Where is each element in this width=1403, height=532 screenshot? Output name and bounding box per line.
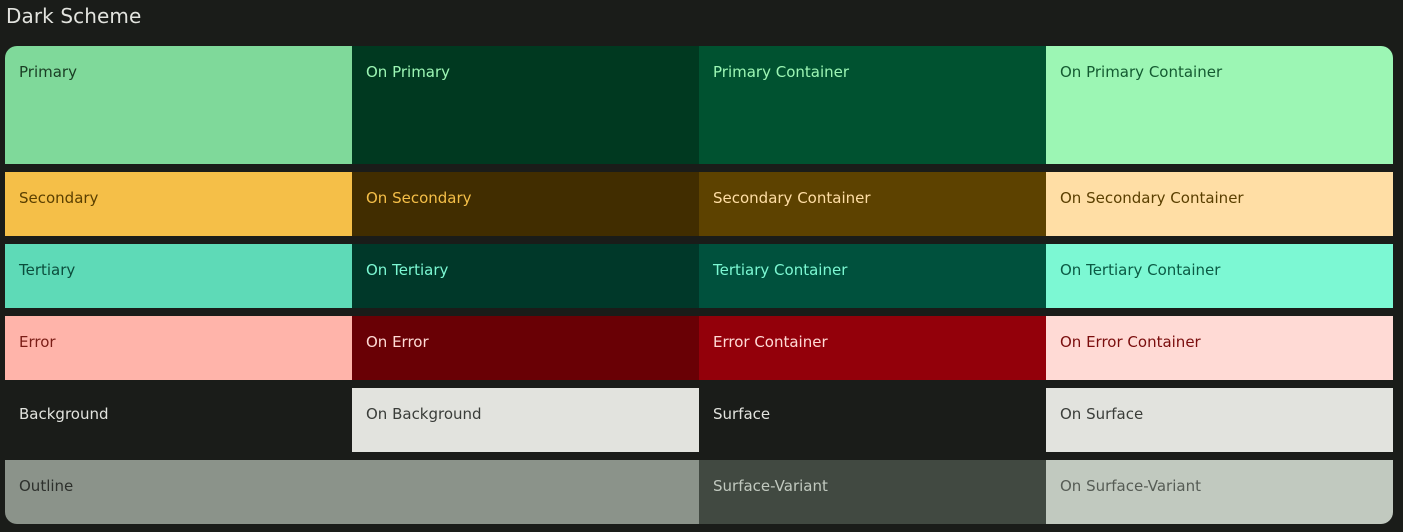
swatch-outline[interactable]: Outline bbox=[5, 460, 699, 524]
swatch-on-secondary[interactable]: On Secondary bbox=[352, 172, 699, 236]
swatch-primary-container[interactable]: Primary Container bbox=[699, 46, 1046, 164]
swatch-label: On Error bbox=[366, 333, 429, 351]
swatch-label: Surface-Variant bbox=[713, 477, 828, 495]
swatch-error[interactable]: Error bbox=[5, 316, 352, 380]
swatch-secondary[interactable]: Secondary bbox=[5, 172, 352, 236]
swatch-secondary-container[interactable]: Secondary Container bbox=[699, 172, 1046, 236]
swatch-label: On Surface bbox=[1060, 405, 1144, 423]
swatch-tertiary-container[interactable]: Tertiary Container bbox=[699, 244, 1046, 308]
swatch-label: On Error Container bbox=[1060, 333, 1201, 351]
swatch-on-primary-container[interactable]: On Primary Container bbox=[1046, 46, 1393, 164]
swatch-surface[interactable]: Surface bbox=[699, 388, 1046, 452]
swatch-label: Error Container bbox=[713, 333, 828, 351]
outline-row: Outline Surface-Variant On Surface-Varia… bbox=[5, 460, 1393, 524]
color-scheme-grid: Primary On Primary Primary Container On … bbox=[5, 46, 1393, 524]
swatch-label: Outline bbox=[19, 477, 74, 495]
swatch-label: On Background bbox=[366, 405, 482, 423]
swatch-label: Primary Container bbox=[713, 63, 850, 81]
secondary-row: Secondary On Secondary Secondary Contain… bbox=[5, 172, 1393, 236]
swatch-on-surface-variant[interactable]: On Surface-Variant bbox=[1046, 460, 1393, 524]
swatch-label: Tertiary Container bbox=[713, 261, 848, 279]
swatch-label: Surface bbox=[713, 405, 771, 423]
swatch-on-tertiary[interactable]: On Tertiary bbox=[352, 244, 699, 308]
dark-scheme-page: Dark Scheme Primary On Primary Primary C… bbox=[0, 0, 1403, 532]
swatch-label: Tertiary bbox=[19, 261, 76, 279]
swatch-label: Error bbox=[19, 333, 56, 351]
swatch-label: On Primary Container bbox=[1060, 63, 1223, 81]
swatch-label: On Tertiary bbox=[366, 261, 449, 279]
swatch-label: On Secondary bbox=[366, 189, 472, 207]
page-title: Dark Scheme bbox=[6, 4, 142, 28]
swatch-on-surface[interactable]: On Surface bbox=[1046, 388, 1393, 452]
swatch-label: Secondary Container bbox=[713, 189, 871, 207]
swatch-background[interactable]: Background bbox=[5, 388, 352, 452]
swatch-on-secondary-container[interactable]: On Secondary Container bbox=[1046, 172, 1393, 236]
swatch-error-container[interactable]: Error Container bbox=[699, 316, 1046, 380]
swatch-primary[interactable]: Primary bbox=[5, 46, 352, 164]
swatch-label: On Tertiary Container bbox=[1060, 261, 1221, 279]
swatch-label: Primary bbox=[19, 63, 77, 81]
swatch-label: On Secondary Container bbox=[1060, 189, 1244, 207]
swatch-tertiary[interactable]: Tertiary bbox=[5, 244, 352, 308]
swatch-on-tertiary-container[interactable]: On Tertiary Container bbox=[1046, 244, 1393, 308]
swatch-on-error[interactable]: On Error bbox=[352, 316, 699, 380]
swatch-label: On Surface-Variant bbox=[1060, 477, 1201, 495]
error-row: Error On Error Error Container On Error … bbox=[5, 316, 1393, 380]
swatch-label: Secondary bbox=[19, 189, 99, 207]
swatch-on-primary[interactable]: On Primary bbox=[352, 46, 699, 164]
swatch-label: On Primary bbox=[366, 63, 451, 81]
background-row: Background On Background Surface On Surf… bbox=[5, 388, 1393, 452]
tertiary-row: Tertiary On Tertiary Tertiary Container … bbox=[5, 244, 1393, 308]
swatch-surface-variant[interactable]: Surface-Variant bbox=[699, 460, 1046, 524]
swatch-on-error-container[interactable]: On Error Container bbox=[1046, 316, 1393, 380]
swatch-label: Background bbox=[19, 405, 109, 423]
swatch-on-background[interactable]: On Background bbox=[352, 388, 699, 452]
primary-row: Primary On Primary Primary Container On … bbox=[5, 46, 1393, 164]
